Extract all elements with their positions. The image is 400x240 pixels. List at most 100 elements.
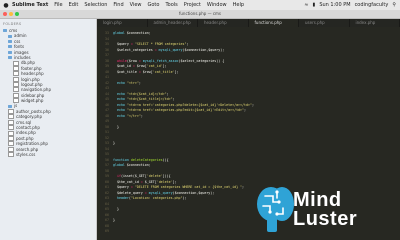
code-token: header <box>113 196 129 200</box>
menu-find[interactable]: Find <box>113 2 123 8</box>
code-token: echo <box>113 108 127 112</box>
tree-file[interactable]: styles.css <box>0 151 96 158</box>
folder-icon <box>8 34 12 38</box>
line-number-gutter: 33 34 35 36 37 38 39 40 41 42 43 44 45 46 47 48 49 50 51 52… <box>97 31 109 235</box>
code-token: ); <box>182 196 187 200</box>
menu-help[interactable]: Help <box>233 2 244 8</box>
file-icon <box>8 125 14 131</box>
menu-selection[interactable]: Selection <box>84 2 107 8</box>
code-token: $_GET[ <box>144 179 157 184</box>
code-token: mysqli_query <box>158 47 183 52</box>
code-token: ; <box>148 31 151 35</box>
code-token: function <box>113 157 131 162</box>
code-token: } <box>113 207 119 211</box>
file-icon <box>13 92 19 98</box>
code-token: ]; <box>162 64 167 68</box>
code-token: "DELETE FROM categories WHERE cat_id = {… <box>134 185 243 189</box>
apple-menu-icon[interactable]: ● <box>0 2 12 9</box>
code-token: } <box>113 124 119 129</box>
code-token: "SELECT * FROM categories" <box>134 42 187 46</box>
code-token: "</tr>" <box>126 113 141 118</box>
code-token: ; <box>138 80 141 85</box>
code-line[interactable] <box>113 229 254 235</box>
folder-icon <box>3 29 7 33</box>
code-token: $cat_title <box>113 69 139 74</box>
code-area[interactable]: global $connection; $query = "SELECT * F… <box>113 31 254 235</box>
zoom-window-button[interactable] <box>15 12 19 16</box>
code-token: while <box>113 58 127 63</box>
wifi-icon[interactable]: ≈ <box>304 2 308 8</box>
menu-view[interactable]: View <box>130 2 142 8</box>
tab-admin-header-php[interactable]: admin_header.php <box>148 19 198 27</box>
code-token: $row[ <box>142 69 153 74</box>
code-token: 'cat_title' <box>152 69 175 74</box>
folder-icon <box>8 50 12 54</box>
file-tree: cms admin css fonts images includes db.php foot… <box>0 28 96 158</box>
close-window-button[interactable] <box>3 12 7 16</box>
file-icon <box>8 146 14 152</box>
code-token: if <box>113 174 121 178</box>
tab-header-php[interactable]: header.php <box>198 19 249 27</box>
tab-users-php[interactable]: users.php <box>299 19 350 27</box>
file-icon <box>13 60 19 66</box>
menu-window[interactable]: Window <box>207 2 227 8</box>
code-token: mysqli_query <box>148 190 173 195</box>
code-token: "<td>{$cat_title}</td>" <box>126 97 173 101</box>
code-token: echo <box>113 113 127 118</box>
code-token: "<td>{$cat_id}</td>" <box>126 91 167 96</box>
code-token: echo <box>113 102 127 107</box>
code-token: ; <box>244 108 247 112</box>
clock[interactable]: Sun 1:00 PM <box>319 2 350 8</box>
code-token: (isset($_GET[ <box>120 174 147 178</box>
code-token: deleteCategories <box>130 157 163 162</box>
code-token: (){ <box>162 157 169 162</box>
code-token: 'delete' <box>146 174 163 178</box>
code-token: "<td><a href='categories.php?edit={$cat_… <box>126 108 245 112</box>
folder-icon <box>8 56 12 60</box>
code-token: ; <box>140 113 143 118</box>
tree-item-label: styles.css <box>16 151 36 157</box>
app-menu[interactable]: Sublime Text <box>12 2 48 8</box>
user-name[interactable]: codingfaculty <box>355 2 389 8</box>
tab-login-php[interactable]: login.php <box>97 19 148 27</box>
code-token: ; <box>172 97 175 101</box>
code-token: ; <box>251 102 254 107</box>
folder-sidebar: FOLDERS cms admin css fonts images includes db… <box>0 19 97 240</box>
code-token: "<tr>" <box>126 80 139 85</box>
code-token: global <box>113 163 127 167</box>
file-icon <box>8 114 14 120</box>
code-token: ; <box>186 42 189 46</box>
menu-project[interactable]: Project <box>184 2 201 8</box>
menu-goto[interactable]: Goto <box>148 2 160 8</box>
battery-icon[interactable]: ▮ <box>313 2 316 8</box>
file-icon <box>8 119 14 125</box>
code-token: global <box>113 31 127 35</box>
folder-icon <box>8 39 12 43</box>
menu-edit[interactable]: Edit <box>69 2 79 8</box>
folder-icon <box>8 45 12 49</box>
menu-file[interactable]: File <box>54 2 62 8</box>
code-token: $row[ <box>136 64 147 68</box>
code-token: $the_cat_id <box>113 179 141 184</box>
search-icon[interactable]: ⚲ <box>392 2 396 8</box>
line-number: 69 <box>105 229 109 233</box>
code-token: ]; <box>174 69 179 74</box>
minimize-window-button[interactable] <box>9 12 13 16</box>
code-token: ($connection,$query); <box>182 47 225 52</box>
file-icon <box>8 152 14 158</box>
code-token: mysqli_fetch_assoc <box>142 58 179 63</box>
menu-tools[interactable]: Tools <box>165 2 177 8</box>
code-token: 'cat_id' <box>146 64 163 68</box>
code-token: $cat_id <box>113 64 133 68</box>
code-token: $select_categories <box>113 47 155 52</box>
code-token: $query <box>113 185 131 189</box>
tab-index-php[interactable]: index.php <box>350 19 400 27</box>
tab-functions-php[interactable]: functions.php <box>248 19 299 27</box>
file-icon <box>13 87 19 93</box>
file-icon <box>8 141 14 147</box>
code-token: } <box>113 141 115 145</box>
code-token: echo <box>113 97 127 101</box>
code-token: ])){ <box>162 174 171 178</box>
code-token: "<td><a href='categories.php?delete={$ca… <box>126 102 252 107</box>
code-token: ($connection,$query); <box>172 190 215 195</box>
